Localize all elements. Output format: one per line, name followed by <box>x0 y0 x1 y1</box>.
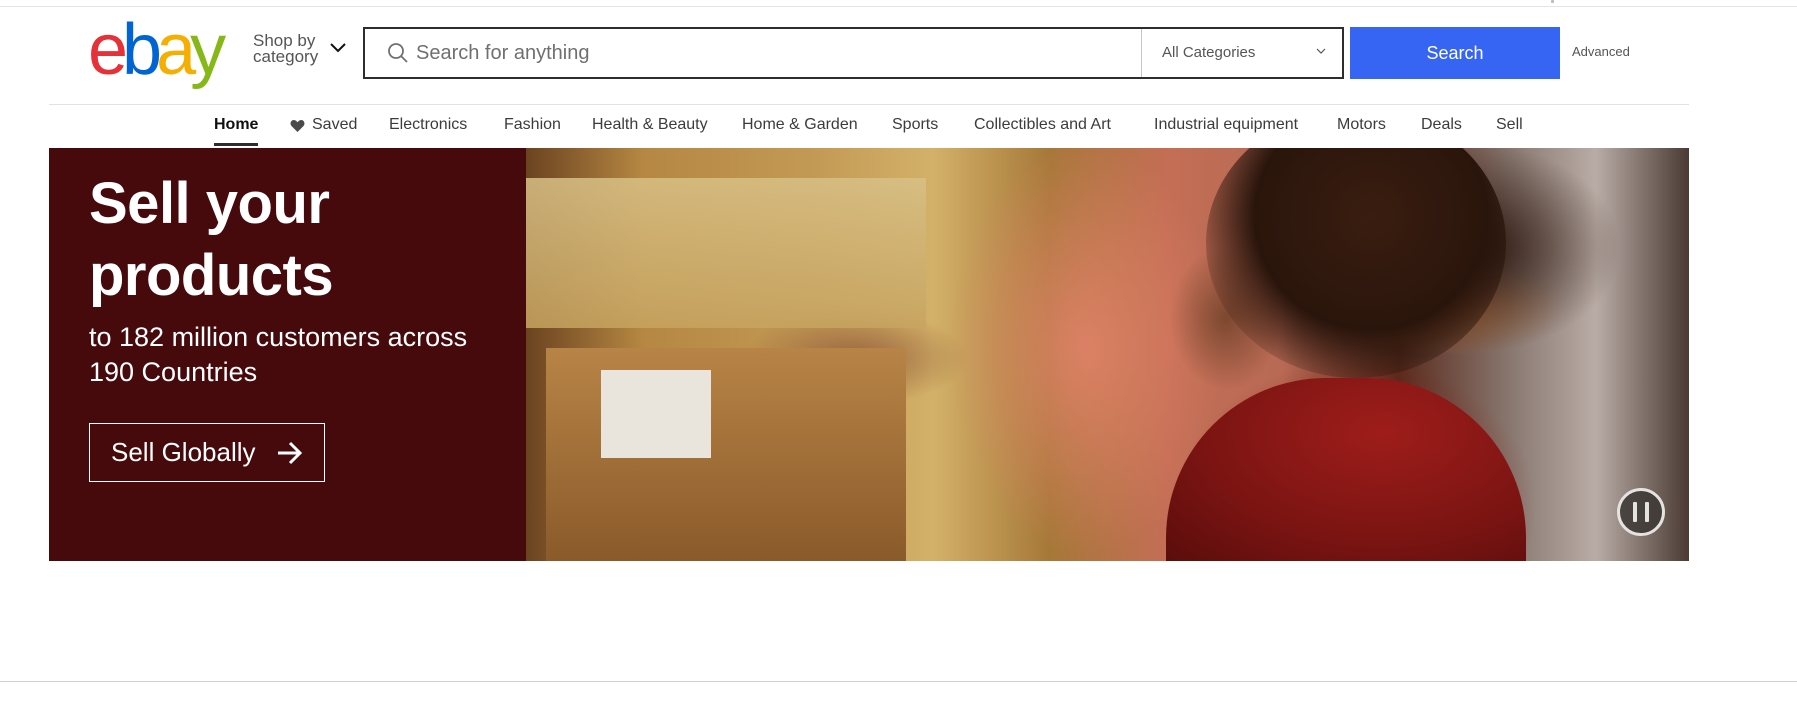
hero-subtitle: to 182 million customers across 190 Coun… <box>89 322 468 387</box>
nav-item-industrial-equipment[interactable]: Industrial equipment <box>1154 116 1298 134</box>
hero-image <box>526 148 1689 561</box>
category-nav: Home Saved Electronics Fashion Health & … <box>0 116 1797 138</box>
photo-shelf <box>526 178 926 328</box>
pause-button[interactable] <box>1617 488 1665 536</box>
nav-item-health-beauty[interactable]: Health & Beauty <box>592 116 708 134</box>
nav-item-home[interactable]: Home <box>214 116 258 134</box>
hero-title-line2: products <box>89 243 334 308</box>
sell-globally-label: Sell Globally <box>111 437 256 467</box>
nav-item-home-garden[interactable]: Home & Garden <box>742 116 858 134</box>
nav-item-sports[interactable]: Sports <box>892 116 938 134</box>
search-button[interactable]: Search <box>1350 27 1560 79</box>
pause-icon <box>1633 502 1637 522</box>
top-edge-mark <box>1551 0 1554 3</box>
section-divider <box>0 681 1797 682</box>
nav-item-sell[interactable]: Sell <box>1496 116 1523 134</box>
heart-icon <box>290 120 305 132</box>
category-select-value: All Categories <box>1162 44 1256 61</box>
category-select[interactable]: All Categories <box>1142 29 1342 77</box>
search-input[interactable] <box>416 33 1116 73</box>
nav-active-indicator <box>214 143 258 146</box>
search-bar: All Categories <box>363 27 1344 79</box>
nav-item-saved[interactable]: Saved <box>312 116 357 134</box>
search-icon <box>388 43 408 63</box>
logo-letter-e: e <box>88 10 128 90</box>
nav-item-deals[interactable]: Deals <box>1421 116 1462 134</box>
logo-letter-y: y <box>190 10 226 90</box>
pause-icon-bar <box>1645 502 1649 522</box>
sell-globally-button[interactable]: Sell Globally <box>89 423 325 482</box>
hero-banner[interactable]: Sell your products to 182 million custom… <box>49 148 1689 561</box>
nav-item-motors[interactable]: Motors <box>1337 116 1386 134</box>
shop-by-category-button[interactable]: Shop by category <box>253 32 319 66</box>
logo-letter-b: b <box>122 10 162 90</box>
photo-person-shirt <box>1166 378 1526 561</box>
nav-item-collectibles-art[interactable]: Collectibles and Art <box>974 116 1111 134</box>
nav-item-fashion[interactable]: Fashion <box>504 116 561 134</box>
shop-by-category-line2: category <box>253 47 319 66</box>
top-divider <box>0 6 1797 7</box>
photo-shipping-label <box>601 370 711 458</box>
nav-item-electronics[interactable]: Electronics <box>389 116 467 134</box>
ebay-logo[interactable]: ebay <box>88 10 226 90</box>
nav-divider <box>49 104 1689 105</box>
hero-title-line1: Sell your <box>89 171 330 236</box>
photo-cardboard-box <box>546 348 906 561</box>
photo-person-hair <box>1206 148 1506 378</box>
advanced-search-link[interactable]: Advanced <box>1572 44 1630 59</box>
hero-title: Sell your products <box>89 168 334 312</box>
chevron-down-icon <box>1316 48 1326 54</box>
chevron-down-icon[interactable] <box>329 42 347 54</box>
logo-letter-a: a <box>156 10 196 90</box>
arrow-right-icon <box>278 441 303 465</box>
hero-text-panel: Sell your products to 182 million custom… <box>49 148 526 561</box>
